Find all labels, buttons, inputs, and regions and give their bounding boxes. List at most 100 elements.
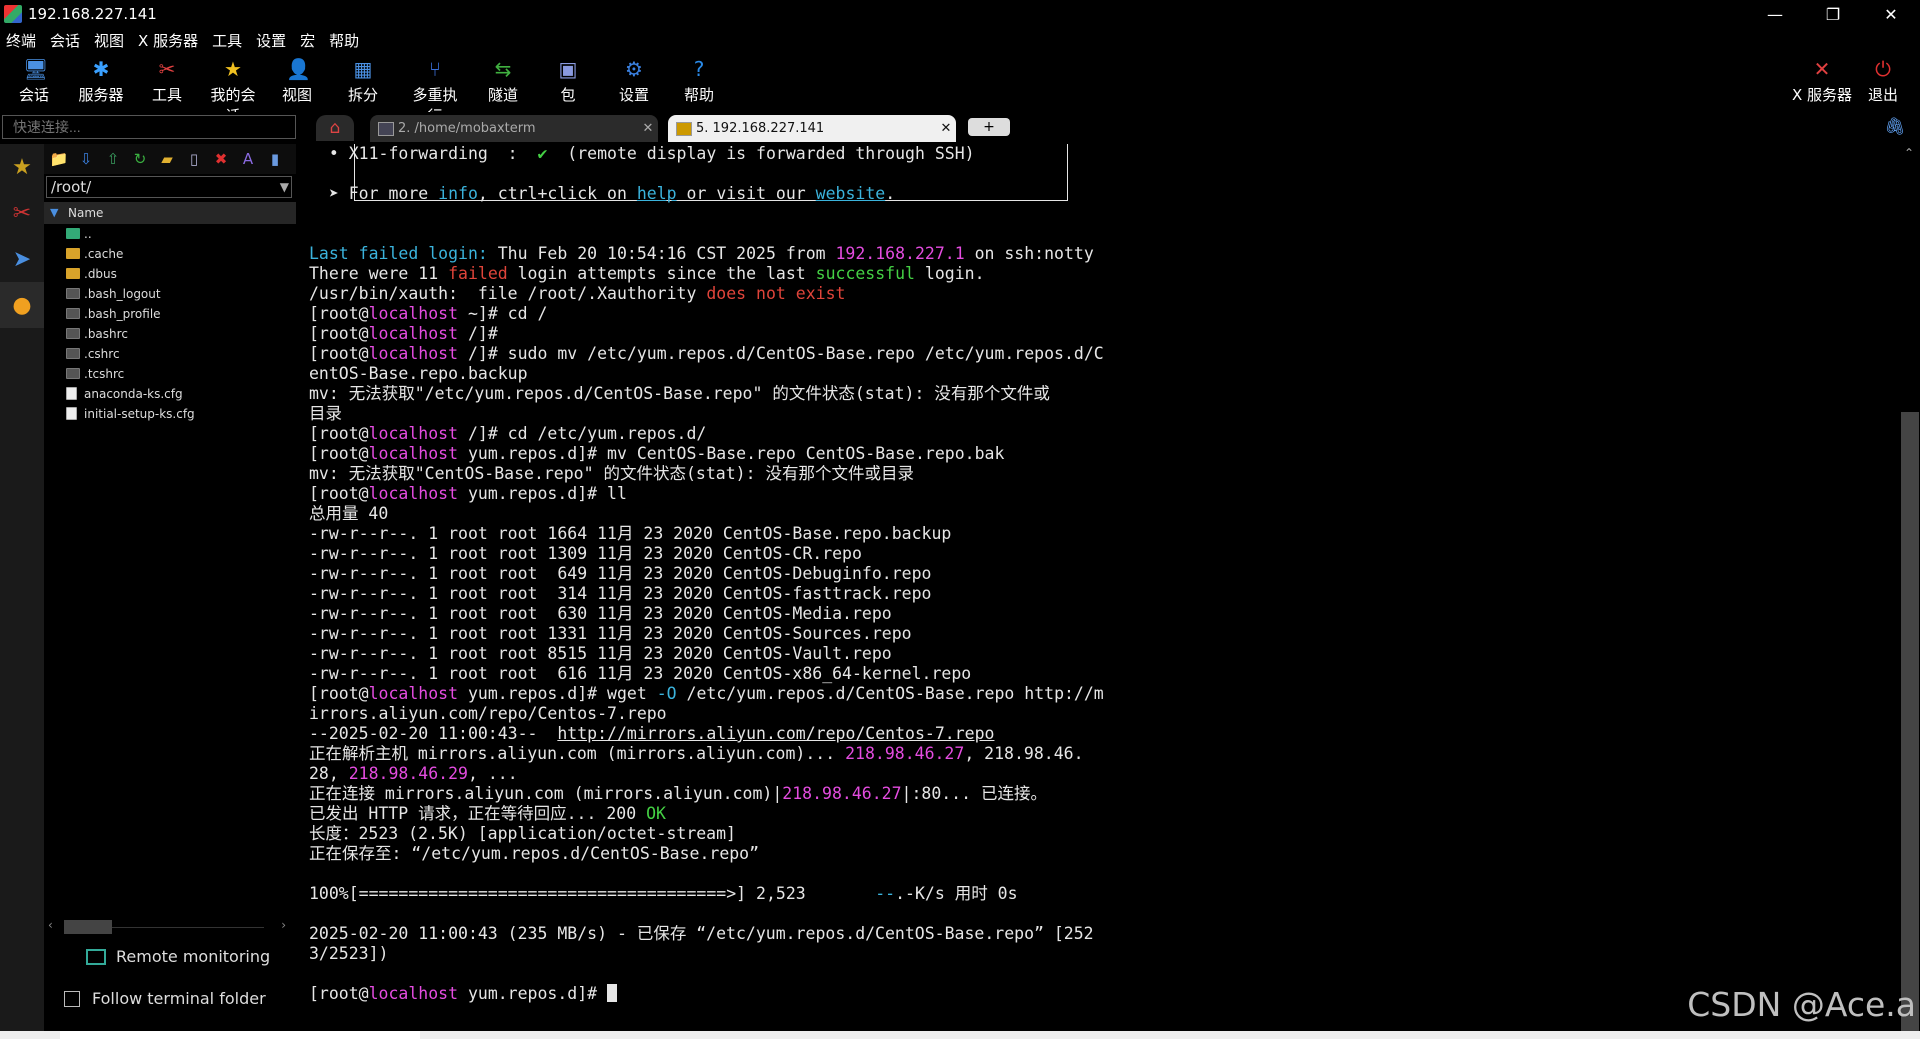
vertical-scrollbar[interactable]: ⌃ bbox=[1900, 144, 1920, 1031]
scroll-thumb[interactable] bbox=[1901, 412, 1919, 1031]
terminal-output: • X11-forwarding : ✔ (remote display is … bbox=[309, 144, 1104, 1004]
terminal-text: successful bbox=[815, 264, 915, 283]
path-input[interactable]: /root/ ▼ bbox=[46, 176, 292, 198]
toolbar-label: 隧道 bbox=[487, 86, 518, 104]
toolbar-button-tools[interactable]: ✂ 工具 bbox=[138, 56, 196, 105]
follow-terminal-folder-checkbox[interactable]: Follow terminal folder bbox=[64, 989, 266, 1008]
terminal-line: -rw-r--r--. 1 root root 8515 11月 23 2020… bbox=[309, 644, 1104, 664]
scroll-up-icon[interactable]: ⌃ bbox=[1904, 146, 1914, 160]
terminal-text: mv: 无法获取"/etc/yum.repos.d/CentOS-Base.re… bbox=[309, 384, 1050, 403]
toolbar-button-split[interactable]: ▦ 拆分 bbox=[334, 56, 392, 105]
tools-icon: ✂ bbox=[158, 57, 176, 81]
toolbar-button-help[interactable]: ? 帮助 bbox=[670, 56, 728, 105]
folder-up-icon[interactable]: 📁 bbox=[48, 148, 70, 170]
folder-icon bbox=[66, 268, 80, 279]
tab-ssh-session[interactable]: 5. 192.168.227.141 ✕ bbox=[668, 115, 956, 142]
file-list-item[interactable]: .cshrc bbox=[44, 344, 296, 364]
menu-item-6[interactable]: 宏 bbox=[300, 30, 315, 51]
new-file-icon[interactable]: ▯ bbox=[183, 148, 205, 170]
quick-connect-input[interactable] bbox=[2, 115, 296, 139]
terminal-text[interactable]: help bbox=[637, 184, 677, 203]
new-folder-icon[interactable]: ▰ bbox=[156, 148, 178, 170]
terminal-text: ~]# cd / bbox=[458, 304, 548, 323]
toolbar-button-exit[interactable]: ⏻ 退出 bbox=[1858, 56, 1908, 105]
file-list-item[interactable]: initial-setup-ks.cfg bbox=[44, 404, 296, 424]
menu-item-5[interactable]: 设置 bbox=[256, 30, 286, 51]
scroll-thumb[interactable] bbox=[64, 920, 112, 934]
upload-icon[interactable]: ⇧ bbox=[102, 148, 124, 170]
file-list-item[interactable]: .. bbox=[44, 224, 296, 244]
file-name: .cshrc bbox=[84, 347, 120, 361]
minimize-button[interactable]: — bbox=[1746, 0, 1804, 28]
terminal-text: 正在保存至: “/etc/yum.repos.d/CentOS-Base.rep… bbox=[309, 844, 760, 863]
send-icon[interactable]: ➤ bbox=[0, 236, 44, 282]
refresh-icon[interactable]: ↻ bbox=[129, 148, 151, 170]
toolbar-button-view[interactable]: 👤 视图 bbox=[268, 56, 326, 105]
toolbar-button-tunnel[interactable]: ⇆ 隧道 bbox=[474, 56, 532, 105]
column-header[interactable]: ▼ Name bbox=[44, 202, 296, 224]
file-list-item[interactable]: anaconda-ks.cfg bbox=[44, 384, 296, 404]
horizontal-scrollbar[interactable]: ‹ › bbox=[44, 918, 290, 934]
remote-monitoring-button[interactable]: Remote monitoring bbox=[86, 947, 270, 966]
menu-item-3[interactable]: X 服务器 bbox=[138, 30, 198, 51]
terminal-text[interactable]: http://mirrors.aliyun.com/repo/Centos-7.… bbox=[557, 724, 994, 743]
servers-icon: ✱ bbox=[92, 57, 110, 81]
toolbar-button-session[interactable]: 🖥 会话 bbox=[5, 56, 63, 105]
file-list-item[interactable]: .bash_logout bbox=[44, 284, 296, 304]
menu-item-4[interactable]: 工具 bbox=[212, 30, 242, 51]
sftp-icon[interactable]: ● bbox=[0, 282, 44, 328]
tab-label: 5. 192.168.227.141 bbox=[696, 121, 825, 136]
rename-icon[interactable]: A bbox=[237, 148, 259, 170]
toolbar-button-settings[interactable]: ⚙ 设置 bbox=[605, 56, 663, 105]
terminal-line: -rw-r--r--. 1 root root 314 11月 23 2020 … bbox=[309, 584, 1104, 604]
file-list-item[interactable]: .bashrc bbox=[44, 324, 296, 344]
terminal-line: 目录 bbox=[309, 404, 1104, 424]
file-list-item[interactable]: .cache bbox=[44, 244, 296, 264]
toggle-icon[interactable]: ▮ bbox=[264, 148, 286, 170]
menu-item-7[interactable]: 帮助 bbox=[329, 30, 359, 51]
menu-item-0[interactable]: 终端 bbox=[6, 30, 36, 51]
menu-item-1[interactable]: 会话 bbox=[50, 30, 80, 51]
terminal-line: 正在连接 mirrors.aliyun.com (mirrors.aliyun.… bbox=[309, 784, 1104, 804]
terminal-text: • X11-forwarding : bbox=[309, 144, 538, 163]
terminal-text: or visit our bbox=[676, 184, 816, 203]
favorites-star-icon[interactable]: ★ bbox=[0, 144, 44, 190]
tab-home-mobaxterm[interactable]: 2. /home/mobaxterm ✕ bbox=[370, 115, 658, 142]
terminal-text[interactable]: website bbox=[816, 184, 886, 203]
menu-item-2[interactable]: 视图 bbox=[94, 30, 124, 51]
file-list-item[interactable]: .tcshrc bbox=[44, 364, 296, 384]
tab-close-icon[interactable]: ✕ bbox=[936, 121, 956, 136]
download-icon[interactable]: ⇩ bbox=[75, 148, 97, 170]
terminal-text: (remote display is forwarded through SSH… bbox=[547, 144, 975, 163]
toolbar-label: X 服务器 bbox=[1791, 86, 1853, 104]
terminal-text: /etc/yum.repos.d/CentOS-Base.repo http:/… bbox=[676, 684, 1104, 703]
restore-button[interactable]: ❐ bbox=[1804, 0, 1862, 28]
terminal-text: -rw-r--r--. 1 root root 314 11月 23 2020 … bbox=[309, 584, 932, 603]
toolbar-button-servers[interactable]: ✱ 服务器 bbox=[72, 56, 130, 105]
toolbar-button-xserver[interactable]: ✕ X 服务器 bbox=[1790, 56, 1854, 105]
help-icon: ? bbox=[693, 57, 705, 81]
home-tab[interactable]: ⌂ bbox=[316, 115, 354, 141]
scroll-right-icon[interactable]: › bbox=[281, 918, 286, 932]
checkbox-icon[interactable] bbox=[64, 990, 80, 1007]
terminal-text: -rw-r--r--. 1 root root 1331 11月 23 2020… bbox=[309, 624, 912, 643]
new-tab-button[interactable]: + bbox=[968, 118, 1010, 136]
terminal-cursor bbox=[607, 984, 618, 1002]
delete-icon[interactable]: ✖ bbox=[210, 148, 232, 170]
terminal-line: mv: 无法获取"CentOS-Base.repo" 的文件状态(stat): … bbox=[309, 464, 1104, 484]
chevron-down-icon[interactable]: ▼ bbox=[280, 177, 289, 197]
terminal-line: [root@localhost /]# bbox=[309, 324, 1104, 344]
terminal-pane[interactable]: • X11-forwarding : ✔ (remote display is … bbox=[300, 144, 1898, 1031]
tab-close-icon[interactable]: ✕ bbox=[638, 121, 658, 136]
attach-icon[interactable]: 🖇 bbox=[1884, 117, 1906, 137]
toolbar-button-packages[interactable]: ▣ 包 bbox=[539, 56, 597, 105]
ssh-icon bbox=[676, 121, 692, 136]
file-list-item[interactable]: .dbus bbox=[44, 264, 296, 284]
close-button[interactable]: ✕ bbox=[1862, 0, 1920, 28]
file-list-item[interactable]: .bash_profile bbox=[44, 304, 296, 324]
tools-side-icon[interactable]: ✂ bbox=[0, 190, 44, 236]
scroll-left-icon[interactable]: ‹ bbox=[48, 918, 53, 932]
